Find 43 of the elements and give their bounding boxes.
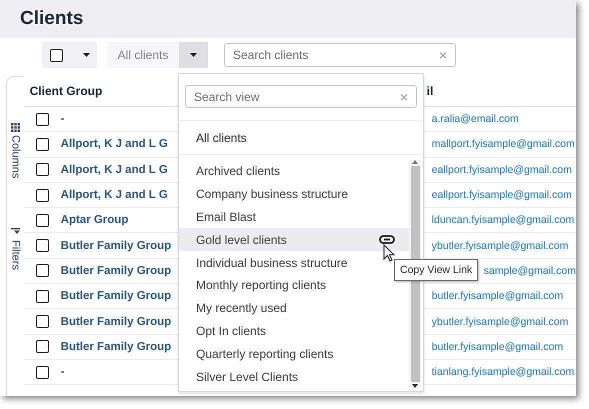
menu-item[interactable]: Quarterly reporting clients — [179, 342, 409, 366]
email-link[interactable]: butler.fyisample@gmail.com — [432, 340, 564, 353]
side-tab[interactable]: Columns — [9, 123, 22, 178]
email-link[interactable]: eallport.fyisample@gmail.com — [432, 189, 572, 202]
tooltip: Copy View Link — [394, 259, 478, 281]
email-link[interactable]: butler.fyisample@gmail.com — [432, 290, 564, 302]
select-all-button[interactable] — [42, 42, 97, 68]
row-checkbox[interactable] — [36, 138, 49, 151]
menu-item[interactable]: Opt In clients — [179, 320, 409, 342]
menu-item[interactable]: Archived clients — [179, 160, 409, 183]
row-checkbox[interactable] — [36, 112, 49, 126]
row-checkbox[interactable] — [36, 163, 49, 176]
row-checkbox[interactable] — [36, 188, 49, 202]
menu-item[interactable]: My recently used — [179, 296, 409, 320]
cursor-icon — [383, 244, 395, 262]
grid-icon — [10, 123, 20, 132]
email-link[interactable]: eallport.fyisample@gmail.com — [432, 164, 572, 176]
email-link[interactable]: ybutler.fyisample@gmail.com — [432, 316, 568, 328]
link-icon[interactable] — [379, 235, 395, 244]
row-checkbox[interactable] — [36, 340, 49, 354]
menu-item[interactable]: Gold level clients — [179, 228, 409, 252]
email-link[interactable]: ybutler.fyisample@gmail.com — [432, 240, 568, 252]
menu-item[interactable]: Company business structure — [179, 182, 409, 206]
row-checkbox[interactable] — [36, 264, 49, 278]
caret-icon — [83, 53, 90, 57]
menu-item[interactable]: All clients — [179, 120, 423, 156]
email-link[interactable]: tianlang.fyisample@gmail.com — [432, 366, 574, 378]
row-checkbox[interactable] — [36, 366, 49, 379]
caret-icon — [190, 53, 197, 57]
checkbox[interactable] — [50, 48, 63, 62]
row-checkbox[interactable] — [36, 290, 49, 303]
menu-item[interactable]: Silver Level Clients — [179, 365, 409, 388]
scroll-down-icon[interactable] — [412, 384, 418, 388]
row-checkbox[interactable] — [36, 315, 49, 328]
row-checkbox[interactable] — [36, 214, 49, 227]
page-title: Clients — [20, 8, 84, 30]
side-tab[interactable]: Filters — [9, 228, 22, 270]
email-link[interactable]: lduncan.fyisample@gmail.com — [432, 214, 574, 226]
email-link[interactable]: a.ralia@email.com — [432, 113, 519, 126]
email-link[interactable]: mallport.fyisample@gmail.com — [432, 138, 575, 150]
row-checkbox[interactable] — [36, 239, 49, 252]
column-header[interactable]: il — [426, 84, 434, 98]
menu-item[interactable]: Email Blast — [179, 206, 409, 228]
